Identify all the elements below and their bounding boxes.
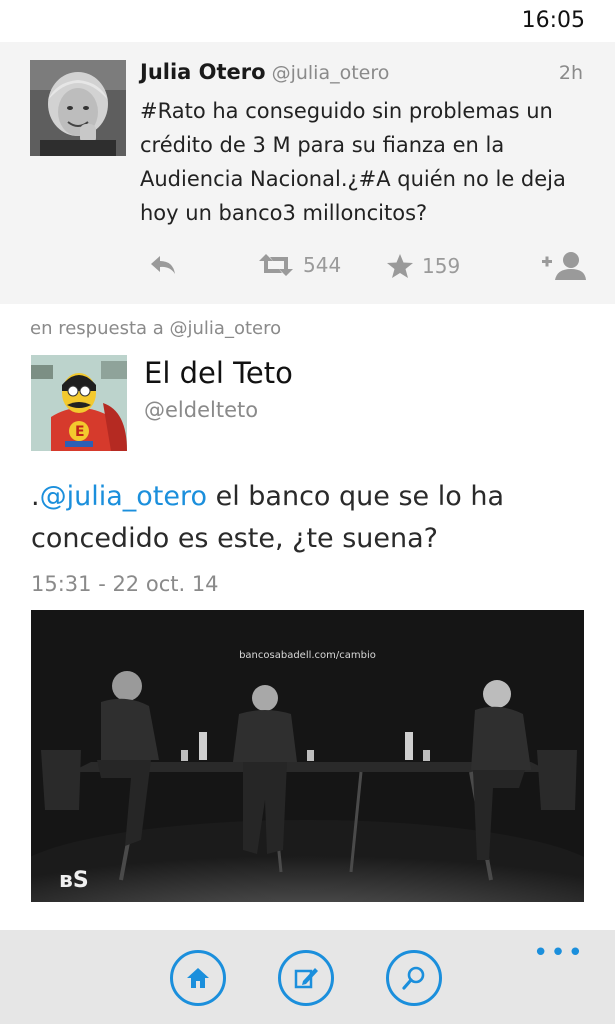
favorite-button[interactable]: 159: [386, 253, 460, 279]
home-button[interactable]: [170, 950, 226, 1006]
tweet-timestamp: 15:31 - 22 oct. 14: [31, 572, 219, 596]
reply-context[interactable]: en respuesta a @julia_otero: [30, 318, 281, 339]
tweet-header: Julia Otero @julia_otero 2h: [140, 60, 585, 90]
tweet-age: 2h: [558, 62, 583, 84]
compose-button[interactable]: [278, 950, 334, 1006]
tweet-media-image[interactable]: bancosabadell.com/cambio ʙS: [31, 610, 584, 902]
author-name[interactable]: Julia Otero: [140, 60, 266, 84]
reply-icon: [151, 256, 175, 274]
svg-text:E: E: [75, 424, 85, 440]
parent-tweet[interactable]: Julia Otero @julia_otero 2h #Rato ha cons…: [0, 42, 615, 304]
avatar[interactable]: [30, 60, 126, 156]
search-icon: [402, 966, 425, 990]
home-icon: [187, 968, 209, 988]
app-bar: •••: [0, 930, 615, 1024]
tweet-actions: 544 159: [0, 247, 615, 287]
follow-button[interactable]: [540, 249, 586, 281]
tweet-text: .@julia_otero el banco que se lo ha conc…: [31, 476, 591, 560]
tweet-text: #Rato ha conseguido sin problemas un cré…: [140, 99, 566, 225]
author-handle[interactable]: @julia_otero: [272, 62, 390, 84]
retweet-button[interactable]: 544: [257, 253, 341, 277]
favorite-count: 159: [422, 254, 461, 278]
status-clock: 16:05: [521, 8, 585, 33]
reply-button[interactable]: [148, 253, 178, 277]
tweet-text-prefix: .: [31, 481, 40, 512]
author-name[interactable]: El del Teto: [144, 356, 293, 390]
bank-logo: ʙS: [59, 868, 89, 893]
retweet-icon: [259, 254, 293, 276]
more-menu-button[interactable]: •••: [533, 938, 585, 968]
star-icon: [387, 254, 413, 278]
retweet-count: 544: [303, 253, 342, 277]
avatar[interactable]: E: [31, 355, 127, 451]
mention-link[interactable]: @julia_otero: [40, 481, 207, 512]
add-user-icon: [542, 252, 586, 280]
status-bar: 16:05: [0, 0, 615, 42]
author-handle[interactable]: @eldelteto: [144, 398, 258, 422]
media-caption-url: bancosabadell.com/cambio: [239, 650, 376, 661]
compose-icon: [294, 968, 318, 989]
search-button[interactable]: [386, 950, 442, 1006]
